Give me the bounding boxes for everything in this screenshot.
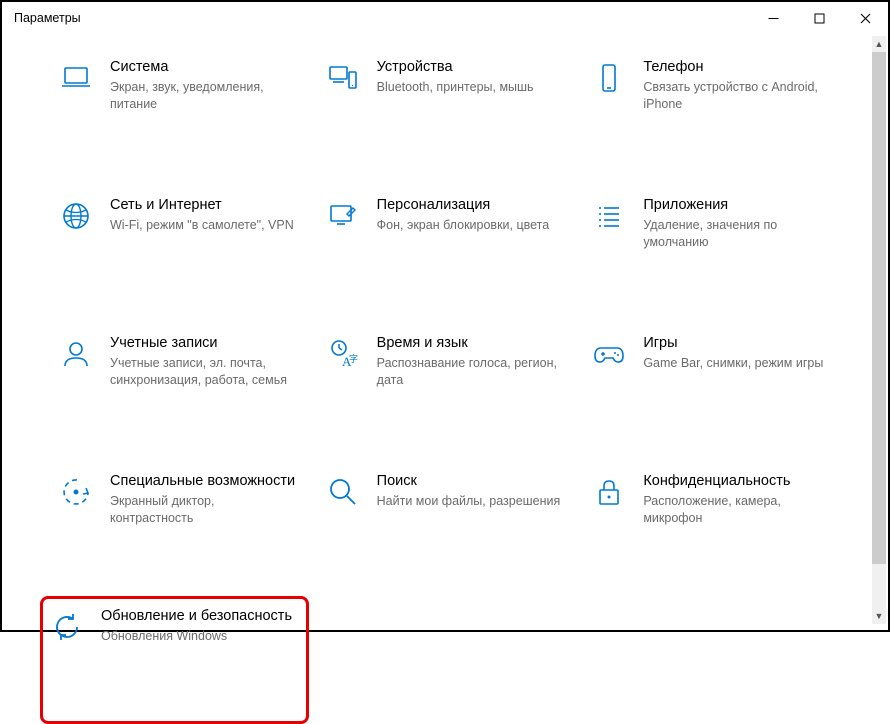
tile-desc: Wi-Fi, режим "в самолете", VPN — [110, 217, 297, 234]
apps-icon — [591, 198, 627, 234]
update-icon — [49, 609, 85, 645]
search-icon — [325, 474, 361, 510]
tile-privacy[interactable]: Конфиденциальность Расположение, камера,… — [585, 466, 842, 586]
tile-title: Телефон — [643, 58, 830, 77]
scrollbar-thumb[interactable] — [872, 52, 886, 564]
tile-title: Поиск — [377, 472, 564, 491]
minimize-button[interactable] — [750, 2, 796, 34]
gamepad-icon — [591, 336, 627, 372]
tile-desc: Экран, звук, уведомления, питание — [110, 79, 297, 113]
tile-desc: Найти мои файлы, разрешения — [377, 493, 564, 510]
tile-network[interactable]: Сеть и Интернет Wi-Fi, режим "в самолете… — [52, 190, 309, 310]
tile-search[interactable]: Поиск Найти мои файлы, разрешения — [319, 466, 576, 586]
tile-title: Система — [110, 58, 297, 77]
tile-personalization[interactable]: Персонализация Фон, экран блокировки, цв… — [319, 190, 576, 310]
tile-system[interactable]: Система Экран, звук, уведомления, питани… — [52, 52, 309, 172]
tile-desc: Bluetooth, принтеры, мышь — [377, 79, 564, 96]
tile-ease-of-access[interactable]: Специальные возможности Экранный диктор,… — [52, 466, 309, 586]
tile-title: Устройства — [377, 58, 564, 77]
tile-title: Обновление и безопасность — [101, 607, 294, 626]
tile-devices[interactable]: Устройства Bluetooth, принтеры, мышь — [319, 52, 576, 172]
svg-text:字: 字 — [349, 353, 358, 364]
titlebar: Параметры — [2, 2, 888, 34]
scrollbar-track[interactable] — [872, 52, 886, 608]
tile-title: Конфиденциальность — [643, 472, 830, 491]
tile-title: Специальные возможности — [110, 472, 297, 491]
tile-gaming[interactable]: Игры Game Bar, снимки, режим игры — [585, 328, 842, 448]
person-icon — [58, 336, 94, 372]
tile-desc: Удаление, значения по умолчанию — [643, 217, 830, 251]
tile-title: Приложения — [643, 196, 830, 215]
tile-desc: Фон, экран блокировки, цвета — [377, 217, 564, 234]
scroll-up-icon[interactable]: ▲ — [872, 36, 886, 52]
tile-title: Учетные записи — [110, 334, 297, 353]
tile-title: Игры — [643, 334, 830, 353]
tile-title: Сеть и Интернет — [110, 196, 297, 215]
maximize-button[interactable] — [796, 2, 842, 34]
window-controls — [750, 2, 888, 34]
tile-desc: Учетные записи, эл. почта, синхронизация… — [110, 355, 297, 389]
tile-update-security[interactable]: Обновление и безопасность Обновления Win… — [40, 596, 309, 724]
tile-title: Время и язык — [377, 334, 564, 353]
settings-grid: Система Экран, звук, уведомления, питани… — [2, 34, 872, 630]
devices-icon — [325, 60, 361, 96]
time-language-icon: A字 — [325, 336, 361, 372]
tile-desc: Экранный диктор, контрастность — [110, 493, 297, 527]
tile-desc: Game Bar, снимки, режим игры — [643, 355, 830, 372]
tile-time-language[interactable]: A字 Время и язык Распознавание голоса, ре… — [319, 328, 576, 448]
scroll-down-icon[interactable]: ▼ — [872, 608, 886, 624]
scrollbar[interactable]: ▲ ▼ — [872, 36, 886, 624]
tile-apps[interactable]: Приложения Удаление, значения по умолчан… — [585, 190, 842, 310]
lock-icon — [591, 474, 627, 510]
close-button[interactable] — [842, 2, 888, 34]
accessibility-icon — [58, 474, 94, 510]
phone-icon — [591, 60, 627, 96]
tile-desc: Распознавание голоса, регион, дата — [377, 355, 564, 389]
globe-icon — [58, 198, 94, 234]
laptop-icon — [58, 60, 94, 96]
tile-desc: Расположение, камера, микрофон — [643, 493, 830, 527]
tile-desc: Обновления Windows — [101, 628, 294, 645]
tile-title: Персонализация — [377, 196, 564, 215]
tile-desc: Связать устройство с Android, iPhone — [643, 79, 830, 113]
personalization-icon — [325, 198, 361, 234]
tile-phone[interactable]: Телефон Связать устройство с Android, iP… — [585, 52, 842, 172]
window-title: Параметры — [14, 11, 81, 25]
tile-accounts[interactable]: Учетные записи Учетные записи, эл. почта… — [52, 328, 309, 448]
